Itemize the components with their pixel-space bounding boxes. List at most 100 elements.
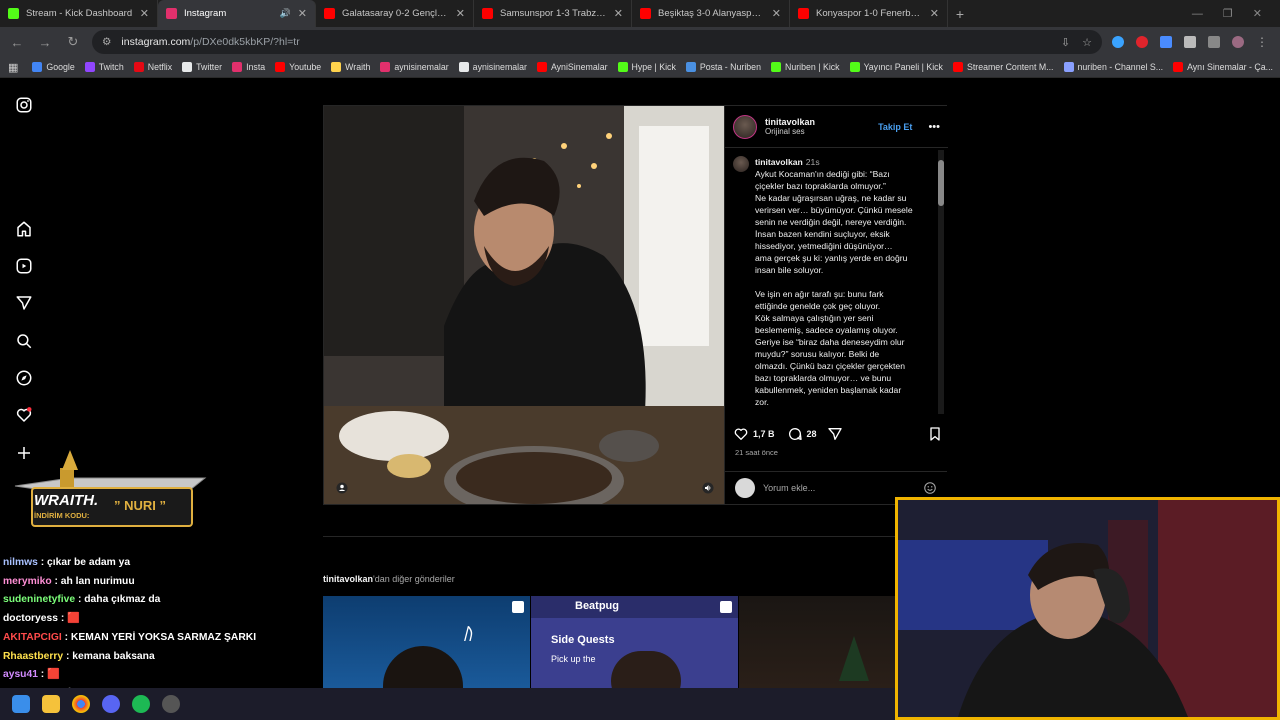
bookmark-item[interactable]: Yayıncı Paneli | Kick [849, 62, 943, 72]
bookmark-item[interactable]: Netflix [133, 62, 172, 72]
bookmark-item[interactable]: Posta - Nuriben [685, 62, 761, 72]
windows-taskbar [0, 688, 900, 720]
reload-icon[interactable]: ↻ [64, 33, 82, 51]
bookmark-item[interactable]: Wraith [331, 62, 370, 72]
chat-text: : kemana baksana [63, 650, 155, 662]
restore-icon[interactable]: ❐ [1223, 7, 1233, 20]
profile-avatar[interactable] [1232, 36, 1244, 48]
install-app-icon[interactable]: ⇩ [1061, 36, 1070, 49]
new-tab-icon[interactable]: + [948, 0, 972, 27]
caption-line [755, 276, 913, 288]
bookmark-item[interactable]: Nuriben | Kick [770, 62, 840, 72]
scrollbar-thumb[interactable] [938, 160, 944, 206]
browser-tab[interactable]: Beşiktaş 3-0 Alanyaspor MAÇ Ö ✕ [632, 0, 790, 27]
bookmark-star-icon[interactable]: ☆ [1082, 36, 1092, 49]
windows-start-icon[interactable] [12, 695, 30, 713]
sponsor-promo-banner: WRAITH. İNDİRİM KODU: ” NURI ” [10, 448, 210, 530]
bookmark-item[interactable]: AyniSinemalar [536, 62, 608, 72]
url-bar[interactable]: ⚙ instagram.com/p/DXe0dk5kbKP/?hl=tr ⇩ ☆ [92, 30, 1102, 54]
bookmark-label: Twitter [196, 62, 223, 72]
post-thumbnail[interactable]: Beatpug Side Quests Pick up the [531, 596, 738, 688]
minimize-icon[interactable]: — [1192, 8, 1203, 20]
site-info-icon[interactable]: ⚙ [102, 36, 111, 48]
notifications-heart-icon[interactable] [15, 406, 33, 424]
menu-kebab-icon[interactable]: ⋮ [1256, 35, 1268, 49]
bookmark-item[interactable]: nuriben - Channel S... [1063, 62, 1163, 72]
caption-username[interactable]: tinitavolkan [755, 157, 803, 167]
bookmark-item[interactable]: Twitch [84, 62, 124, 72]
puzzle-icon[interactable] [1184, 36, 1196, 48]
home-icon[interactable] [15, 220, 33, 238]
media-control-icon[interactable] [1208, 36, 1220, 48]
follow-button[interactable]: Takip Et [878, 122, 912, 132]
close-tab-icon[interactable]: ✕ [140, 7, 149, 20]
bookmark-item[interactable]: Aynı Sinemalar - Ça... [1173, 62, 1273, 72]
obs-icon[interactable] [162, 695, 180, 713]
viewer-avatar [735, 478, 755, 498]
explore-icon[interactable] [15, 369, 33, 387]
emoji-icon[interactable] [923, 481, 937, 495]
post-sidebar: tinitavolkan Orijinal ses Takip Et ••• t… [724, 106, 948, 504]
more-posts-username[interactable]: tinitavolkan [323, 574, 373, 584]
like-count[interactable]: 1,7 B [753, 429, 775, 439]
extensions-area: ⋮ [1112, 35, 1272, 49]
more-options-icon[interactable]: ••• [928, 121, 940, 133]
browser-tab[interactable]: Samsunspor 1-3 Trabzonspor MAÇ ✕ [474, 0, 632, 27]
file-explorer-icon[interactable] [42, 695, 60, 713]
direct-messages-icon[interactable] [15, 294, 33, 312]
close-tab-icon[interactable]: ✕ [930, 7, 939, 20]
share-icon[interactable] [827, 426, 843, 442]
caption-avatar[interactable] [733, 156, 749, 172]
bookmark-item[interactable]: Youtube [275, 62, 321, 72]
browser-tab[interactable]: Galatasaray 0-2 Gençlerbirliği | M ✕ [316, 0, 474, 27]
chrome-icon[interactable] [72, 695, 90, 713]
browser-tab[interactable]: Instagram 🔊 ✕ [158, 0, 316, 27]
spotify-icon[interactable] [132, 695, 150, 713]
browser-tab[interactable]: Konyaspor 1-0 Fenerbahçe MAÇ ✕ [790, 0, 948, 27]
author-username[interactable]: tinitavolkan [765, 117, 815, 127]
reels-icon[interactable] [15, 257, 33, 275]
bookmark-item[interactable]: Hype | Kick [617, 62, 676, 72]
close-tab-icon[interactable]: ✕ [298, 7, 307, 20]
bookmark-item[interactable]: aynisinemalar [380, 62, 449, 72]
thumb-person [611, 651, 681, 688]
youtube-icon [640, 8, 651, 19]
bookmark-item[interactable]: Insta [232, 62, 265, 72]
comment-count[interactable]: 28 [807, 429, 817, 439]
audio-label[interactable]: Orijinal ses [765, 127, 815, 136]
browser-tab[interactable]: Stream - Kick Dashboard ✕ [0, 0, 158, 27]
close-tab-icon[interactable]: ✕ [614, 7, 623, 20]
comment-input[interactable]: Yorum ekle... [763, 483, 815, 493]
close-window-icon[interactable]: ✕ [1253, 7, 1262, 20]
bookmark-item[interactable]: Google [32, 62, 75, 72]
tab-audio-icon[interactable]: 🔊 [280, 8, 291, 19]
post-thumbnail[interactable]: ᚢ [323, 596, 530, 688]
post-video[interactable] [324, 106, 724, 504]
volume-icon[interactable] [702, 482, 714, 494]
bookmark-item[interactable]: aynisinemalar [458, 62, 527, 72]
search-icon[interactable] [15, 332, 33, 350]
instagram-logo-icon[interactable] [15, 96, 33, 114]
chat-text: : 🟥 [57, 613, 80, 625]
bookmark-favicon-icon [770, 62, 781, 72]
more-posts-grid: ᚢ Beatpug Side Quests Pick up the [323, 596, 947, 688]
close-tab-icon[interactable]: ✕ [772, 7, 781, 20]
caption-time: 21s [805, 157, 820, 167]
forward-icon[interactable]: → [36, 33, 54, 51]
bookmark-label: AyniSinemalar [550, 62, 608, 72]
bookmark-item[interactable]: Streamer Content M... [952, 62, 1054, 72]
close-tab-icon[interactable]: ✕ [456, 7, 465, 20]
save-bookmark-icon[interactable] [927, 426, 943, 442]
comment-icon[interactable] [787, 426, 803, 442]
bookmark-item[interactable]: Twitter [182, 62, 222, 72]
caption-scrollbar[interactable] [938, 150, 944, 414]
extension-icon[interactable] [1112, 36, 1124, 48]
author-avatar[interactable] [733, 114, 757, 139]
shield-extension-icon[interactable] [1160, 36, 1172, 48]
back-icon[interactable]: ← [8, 33, 26, 51]
tagged-user-icon[interactable] [336, 482, 348, 494]
extension-icon[interactable] [1136, 36, 1148, 48]
discord-icon[interactable] [102, 695, 120, 713]
like-heart-icon[interactable] [733, 426, 749, 442]
apps-grid-icon[interactable]: ▦ [8, 61, 18, 74]
